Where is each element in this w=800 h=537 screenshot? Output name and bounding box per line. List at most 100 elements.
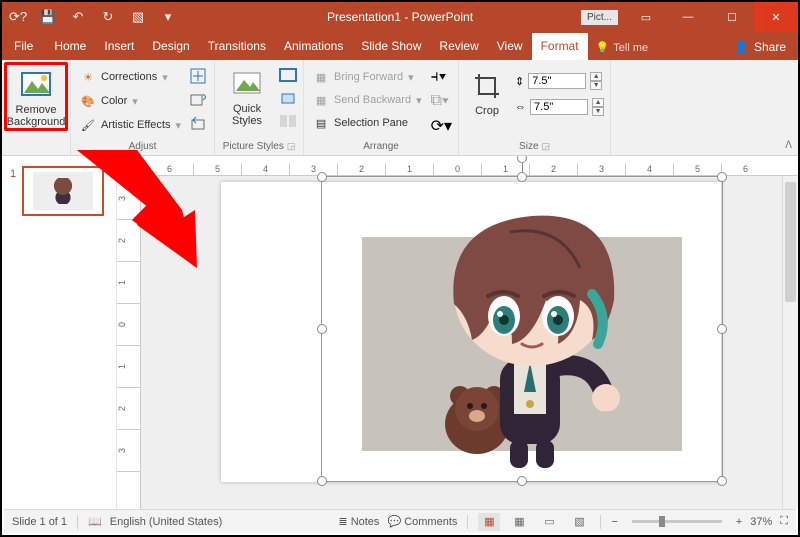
dialog-launcher-icon[interactable]: ◲: [287, 141, 296, 151]
zoom-out-button[interactable]: −: [611, 516, 617, 528]
status-bar: Slide 1 of 1 📖 English (United States) ≣…: [4, 509, 796, 533]
picture-effects-icon[interactable]: [279, 91, 297, 110]
vertical-ruler: 3210123: [117, 176, 141, 509]
group-picture-styles: Quick Styles Picture Styles◲: [215, 60, 304, 155]
ribbon: Remove Background . ☀ Corrections▾ 🎨 Col…: [2, 60, 798, 156]
zoom-slider-thumb[interactable]: [659, 516, 665, 527]
close-button[interactable]: ✕: [754, 2, 798, 32]
character-illustration: [382, 184, 662, 474]
share-icon: 👤: [734, 40, 749, 54]
group-icon[interactable]: ⧉▾: [431, 92, 452, 110]
width-down[interactable]: ▼: [592, 107, 604, 116]
title-bar: ⟳? 💾 ↶ ↻ ▧ ▾ Presentation1 - PowerPoint …: [2, 2, 798, 32]
tab-home[interactable]: Home: [45, 33, 95, 60]
thumbnail-1[interactable]: 1: [10, 166, 108, 216]
fit-to-window-icon[interactable]: ⛶: [780, 515, 788, 528]
zoom-percent[interactable]: 37%: [750, 516, 772, 528]
sorter-view-icon[interactable]: ▦: [508, 513, 530, 531]
height-up[interactable]: ▲: [590, 72, 602, 81]
compress-pictures-icon[interactable]: [190, 68, 208, 86]
remove-background-label: Remove Background: [7, 104, 66, 128]
tell-me-search[interactable]: 💡 Tell me: [588, 35, 657, 60]
ribbon-options-icon[interactable]: ▭: [626, 11, 666, 24]
vertical-scrollbar[interactable]: [782, 176, 798, 509]
remove-background-icon: [20, 69, 52, 101]
contextual-tab-label: Pict...: [581, 10, 618, 25]
crop-icon: [471, 70, 503, 102]
picture-content: [322, 177, 722, 481]
size-group-label: Size: [519, 141, 538, 152]
height-down[interactable]: ▼: [590, 81, 602, 90]
size-dialog-launcher-icon[interactable]: ◲: [542, 141, 551, 151]
selected-picture[interactable]: [321, 176, 723, 482]
quick-styles-label: Quick Styles: [232, 103, 262, 127]
tab-design[interactable]: Design: [143, 33, 198, 60]
scrollbar-thumb[interactable]: [785, 182, 796, 302]
tab-view[interactable]: View: [488, 33, 532, 60]
comments-button[interactable]: 💬 Comments: [387, 515, 457, 528]
tab-transitions[interactable]: Transitions: [199, 33, 275, 60]
bring-forward-button[interactable]: ▦ Bring Forward▾: [310, 67, 425, 87]
width-input[interactable]: ⇔ ▲▼: [515, 98, 604, 116]
undo-icon[interactable]: ↶: [70, 9, 86, 25]
group-arrange: ▦ Bring Forward▾ ▦ Send Backward▾ ▤ Sele…: [304, 60, 459, 155]
minimize-button[interactable]: —: [666, 2, 710, 32]
artistic-effects-label: Artistic Effects: [101, 119, 170, 131]
share-label: Share: [754, 40, 786, 54]
height-input[interactable]: ⇕ ▲▼: [515, 72, 604, 90]
picture-styles-group-label: Picture Styles: [223, 141, 284, 152]
group-size: Crop ⇕ ▲▼ ⇔ ▲▼ Size ◲: [459, 60, 611, 155]
tab-review[interactable]: Review: [430, 33, 487, 60]
tab-format[interactable]: Format: [532, 33, 588, 60]
corrections-button[interactable]: ☀ Corrections▾: [77, 67, 184, 87]
selection-pane-button[interactable]: ▤ Selection Pane: [310, 113, 425, 133]
slide-stage[interactable]: [141, 176, 798, 509]
collapse-ribbon-icon[interactable]: ᐱ: [785, 140, 792, 151]
tell-me-label: Tell me: [613, 42, 648, 54]
width-field[interactable]: [530, 99, 588, 115]
qat-customize-icon[interactable]: ▾: [160, 9, 176, 25]
autosave-icon[interactable]: ⟳?: [10, 9, 26, 25]
slide[interactable]: [221, 182, 721, 482]
slide-indicator[interactable]: Slide 1 of 1: [12, 516, 67, 528]
height-field[interactable]: [528, 73, 586, 89]
picture-border-icon[interactable]: [279, 68, 297, 87]
normal-view-icon[interactable]: ▦: [478, 513, 500, 531]
send-backward-label: Send Backward: [334, 94, 411, 106]
thumbnail-preview[interactable]: [22, 166, 104, 216]
zoom-slider[interactable]: [632, 520, 722, 523]
crop-label: Crop: [475, 105, 499, 117]
tab-file[interactable]: File: [2, 33, 45, 60]
change-picture-icon[interactable]: [190, 92, 208, 110]
zoom-in-button[interactable]: +: [736, 516, 742, 528]
save-icon[interactable]: 💾: [40, 9, 56, 25]
quick-styles-icon: [231, 68, 263, 100]
tab-insert[interactable]: Insert: [95, 33, 143, 60]
tab-animations[interactable]: Animations: [275, 33, 352, 60]
spellcheck-icon[interactable]: 📖: [88, 515, 102, 528]
send-backward-button[interactable]: ▦ Send Backward▾: [310, 90, 425, 110]
align-icon[interactable]: ⫞▾: [431, 68, 452, 86]
artistic-effects-icon: 🖌: [80, 117, 96, 133]
rotate-icon[interactable]: ⟳▾: [431, 116, 452, 136]
artistic-effects-button[interactable]: 🖌 Artistic Effects▾: [77, 115, 184, 135]
start-from-beginning-icon[interactable]: ▧: [130, 9, 146, 25]
slide-thumbnails-pane[interactable]: 1: [2, 156, 117, 509]
redo-icon[interactable]: ↻: [100, 9, 116, 25]
quick-styles-button[interactable]: Quick Styles: [221, 64, 273, 133]
reading-view-icon[interactable]: ▭: [538, 513, 560, 531]
notes-button[interactable]: ≣ Notes: [338, 515, 379, 528]
language-indicator[interactable]: English (United States): [110, 516, 223, 528]
remove-background-button[interactable]: Remove Background: [4, 62, 68, 131]
width-up[interactable]: ▲: [592, 98, 604, 107]
picture-layout-icon[interactable]: [279, 114, 297, 133]
crop-button[interactable]: Crop: [465, 66, 509, 117]
share-button[interactable]: 👤 Share: [722, 34, 798, 60]
reset-picture-icon[interactable]: [190, 116, 208, 134]
maximize-button[interactable]: ☐: [710, 2, 754, 32]
lightbulb-icon: 💡: [596, 41, 610, 54]
slideshow-view-icon[interactable]: ▧: [568, 513, 590, 531]
tab-slideshow[interactable]: Slide Show: [352, 33, 430, 60]
color-button[interactable]: 🎨 Color▾: [77, 91, 184, 111]
window-title: Presentation1 - PowerPoint: [327, 10, 473, 24]
